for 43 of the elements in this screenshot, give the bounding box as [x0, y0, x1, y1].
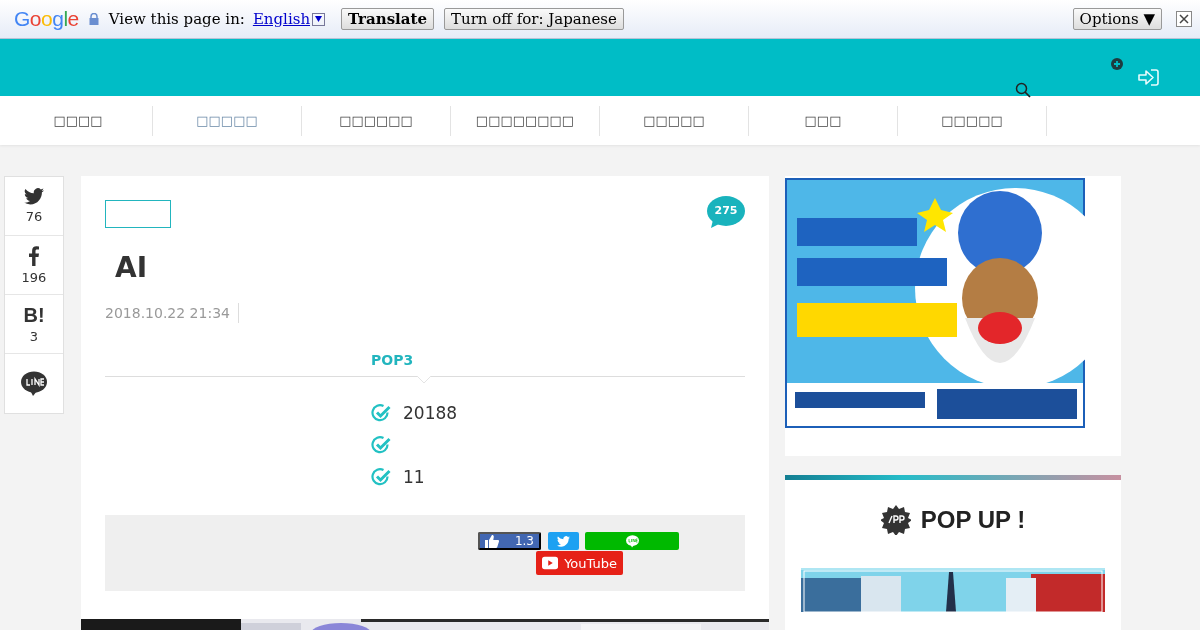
- nav-link[interactable]: □□□: [749, 105, 898, 136]
- tweet-button[interactable]: [548, 532, 579, 550]
- toc-item[interactable]: 11: [403, 467, 425, 487]
- lock-icon: [88, 13, 99, 25]
- toc-item[interactable]: 20188: [403, 403, 458, 423]
- starburst-icon: [880, 505, 911, 535]
- nav-link[interactable]: □□□□□□□□: [451, 105, 600, 136]
- bird-icon[interactable]: [24, 188, 44, 205]
- google-logo: Google: [14, 7, 79, 31]
- chat-bubble-icon[interactable]: [21, 370, 47, 397]
- nav-link[interactable]: □□□□□□: [302, 105, 451, 136]
- post-date: 2018.10.22 21:34: [105, 303, 239, 323]
- nav-link[interactable]: □□□□□: [898, 105, 1047, 136]
- share-count: 76: [25, 209, 43, 224]
- share-count: 196: [21, 269, 47, 285]
- nav-link[interactable]: □□□□□: [600, 105, 749, 136]
- dropdown-icon[interactable]: [312, 12, 326, 26]
- translate-prompt: View this page in:: [108, 10, 245, 28]
- play-icon: [542, 556, 559, 570]
- plus-circle-icon[interactable]: [1111, 58, 1123, 70]
- line-share-button[interactable]: [585, 532, 679, 550]
- nav-link[interactable]: □□□□: [4, 105, 153, 136]
- search-icon[interactable]: [1015, 82, 1031, 98]
- check-circle-icon: [371, 467, 391, 487]
- bird-icon: [557, 535, 570, 547]
- article-title: AI: [115, 250, 149, 286]
- options-button[interactable]: Options ▼: [1072, 8, 1162, 30]
- nav-link[interactable]: □□□□□: [153, 105, 302, 136]
- facebook-icon[interactable]: [29, 245, 39, 266]
- bookmark-label[interactable]: B!: [23, 304, 45, 325]
- language-link[interactable]: English: [252, 10, 311, 28]
- check-circle-icon: [371, 403, 391, 423]
- section-heading: POP UP !: [920, 506, 1026, 534]
- like-button[interactable]: 1.3: [478, 532, 541, 550]
- share-count: 3: [29, 328, 39, 344]
- toc-title: POP3: [371, 351, 415, 370]
- youtube-button[interactable]: YouTube: [536, 551, 623, 575]
- chat-bubble-icon: [625, 534, 639, 548]
- check-circle-icon: [371, 435, 391, 455]
- translate-button[interactable]: Translate: [341, 8, 434, 30]
- thumbs-up-icon: [485, 534, 499, 548]
- close-icon[interactable]: [1176, 11, 1192, 27]
- turn-off-button[interactable]: Turn off for: Japanese: [444, 8, 624, 30]
